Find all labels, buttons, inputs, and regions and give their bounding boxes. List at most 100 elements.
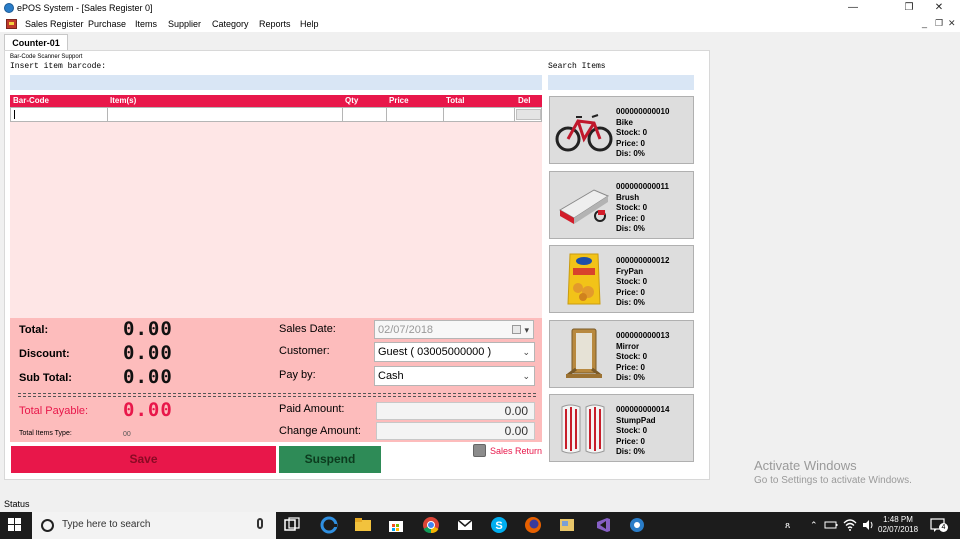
payable-label: Total Payable: [19,405,89,417]
payby-value: Cash [378,370,404,382]
item-card[interactable]: 000000000010 Bike Stock: 0 Price: 0 Dis:… [549,96,694,164]
customer-label: Customer: [279,345,330,357]
delete-row-button[interactable] [516,109,541,120]
skype-icon[interactable]: S [490,516,508,534]
change-amount-field: 0.00 [376,422,535,440]
item-discount: Dis: 0% [616,224,645,233]
firefox-icon[interactable] [524,516,542,534]
menu-supplier[interactable]: Supplier [168,19,201,29]
sales-date-value: 02/07/2018 [378,324,434,336]
items-type-value: 00 [123,431,131,438]
minimize-button[interactable]: — [838,0,868,16]
item-details: 000000000012 FryPan Stock: 0 Price: 0 Di… [616,256,669,309]
chevron-down-icon[interactable]: ▾ [524,321,529,339]
item-details: 000000000013 Mirror Stock: 0 Price: 0 Di… [616,331,669,384]
mdi-minimize-button[interactable]: _ [922,18,927,28]
discount-label: Discount: [19,348,70,360]
subtotal-label: Sub Total: [19,372,72,384]
cell-barcode[interactable] [11,108,108,121]
cell-item[interactable] [108,108,343,121]
windows-start-icon[interactable] [8,518,22,532]
item-card[interactable]: 000000000013 Mirror Stock: 0 Price: 0 Di… [549,320,694,388]
status-bar-text: Status [4,499,30,509]
separator-line [18,393,536,394]
tray-expand-icon[interactable]: ⌃ [810,520,818,531]
sales-date-picker[interactable]: 02/07/2018 ▾ [374,320,534,339]
menu-reports[interactable]: Reports [259,19,291,29]
chrome-icon[interactable] [422,516,440,534]
item-discount: Dis: 0% [616,373,645,382]
microphone-icon[interactable] [257,518,263,529]
total-value: 0.00 [123,318,173,340]
tab-counter[interactable]: Counter-01 [4,34,68,51]
volume-icon[interactable] [861,518,875,532]
chevron-down-icon[interactable]: ⌄ [522,343,530,361]
close-button[interactable]: ✕ [924,0,954,16]
separator-line [18,396,536,397]
battery-icon[interactable] [824,518,838,532]
sales-return-checkbox[interactable] [473,444,486,457]
sales-return-label[interactable]: Sales Return [490,446,542,456]
paid-amount-input[interactable]: 0.00 [376,402,535,420]
file-explorer-icon[interactable] [354,516,372,534]
barcode-input[interactable] [10,75,542,90]
task-view-icon[interactable] [283,516,301,534]
taskbar-search-box[interactable]: Type here to search [32,512,276,539]
search-items-input[interactable] [548,75,694,90]
epos-app-taskbar-icon[interactable] [628,516,646,534]
item-code: 000000000013 [616,331,670,340]
mail-icon[interactable] [456,516,474,534]
change-amount-label: Change Amount: [279,425,361,437]
menu-purchase[interactable]: Purchase [88,19,126,29]
menu-items[interactable]: Items [135,19,157,29]
svg-text:S: S [495,520,502,532]
menu-sales-register[interactable]: Sales Register [25,19,84,29]
pos-app-taskbar-icon[interactable] [558,516,576,534]
cell-qty[interactable] [343,108,387,121]
item-card[interactable]: 000000000011 Brush Stock: 0 Price: 0 Dis… [549,171,694,239]
cell-total[interactable] [444,108,515,121]
subtotal-value: 0.00 [123,366,173,388]
restore-button[interactable]: ❐ [894,0,924,16]
calendar-icon[interactable] [512,325,521,334]
mdi-close-button[interactable]: ✕ [948,18,956,29]
item-discount: Dis: 0% [616,149,645,158]
store-icon[interactable] [387,516,405,534]
activation-watermark-subtitle: Go to Settings to activate Windows. [754,475,912,486]
mdi-restore-button[interactable]: ❐ [935,18,943,29]
taskbar: Type here to search S ጸ ⌃ 1:48 PM 02/07/… [0,512,960,539]
text-cursor [14,110,15,119]
edge-browser-icon[interactable] [320,516,338,534]
customer-select[interactable]: Guest ( 03005000000 ) ⌄ [374,342,535,362]
chevron-down-icon[interactable]: ⌄ [522,367,530,385]
item-card[interactable]: 000000000012 FryPan Stock: 0 Price: 0 Di… [549,245,694,313]
item-price: Price: 0 [616,436,645,446]
grid-entry-row[interactable] [10,107,542,122]
mirror-image [566,328,602,378]
item-code: 000000000014 [616,405,670,414]
item-price: Price: 0 [616,287,645,297]
customer-value: Guest ( 03005000000 ) [378,346,492,358]
payby-select[interactable]: Cash ⌄ [374,366,535,386]
visual-studio-icon[interactable] [594,516,612,534]
item-card[interactable]: 000000000014 StumpPad Stock: 0 Price: 0 … [549,394,694,462]
item-price: Price: 0 [616,362,645,372]
payable-value: 0.00 [123,399,173,421]
item-discount: Dis: 0% [616,298,645,307]
col-items: Item(s) [110,96,137,105]
total-label: Total: [19,324,49,336]
item-code: 000000000010 [616,107,670,116]
item-stock: Stock: 0 [616,128,648,137]
menu-category[interactable]: Category [212,19,249,29]
menu-help[interactable]: Help [300,19,319,29]
system-menu-icon[interactable] [6,19,17,29]
search-items-label: Search Items [548,62,606,71]
people-icon[interactable]: ጸ [785,520,790,531]
save-button[interactable]: Save [11,446,276,473]
suspend-button[interactable]: Suspend [279,446,381,473]
wifi-icon[interactable] [843,518,857,532]
clock[interactable]: 1:48 PM 02/07/2018 [878,515,918,535]
item-name: Bike [616,117,633,127]
barcode-prompt: Insert item barcode: [10,62,107,71]
cell-price[interactable] [387,108,444,121]
